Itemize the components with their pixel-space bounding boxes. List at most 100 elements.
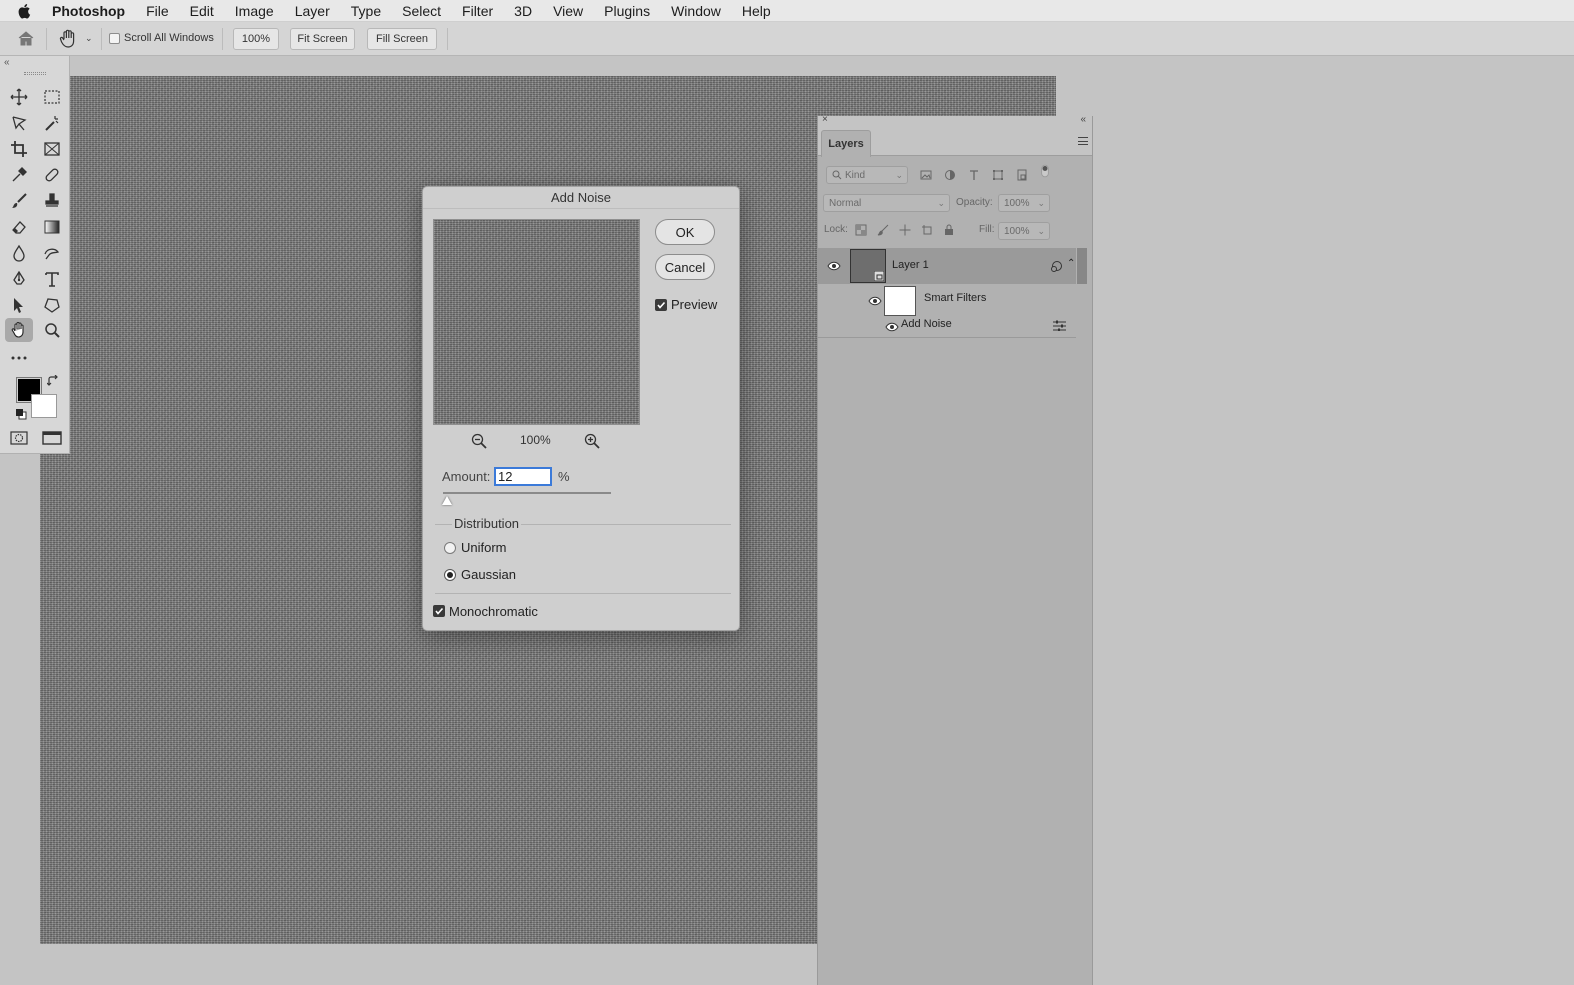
layers-scrollbar[interactable] (1077, 248, 1087, 284)
zoom-out-icon[interactable] (471, 433, 487, 449)
apple-icon[interactable] (18, 2, 36, 20)
layer-filter-kind-select[interactable]: Kind ⌄ (826, 166, 908, 184)
blur-tool-icon[interactable] (5, 241, 33, 265)
menu-layer[interactable]: Layer (295, 3, 330, 19)
swap-colors-icon[interactable] (46, 374, 59, 392)
type-tool-icon[interactable] (38, 267, 66, 291)
filter-smart-objects-icon[interactable] (1015, 168, 1029, 182)
zoom-in-icon[interactable] (584, 433, 600, 449)
amount-slider-thumb[interactable] (442, 496, 452, 505)
scroll-all-windows-checkbox[interactable]: Scroll All Windows (109, 32, 214, 44)
zoom-tool-icon[interactable] (38, 318, 66, 342)
menu-window[interactable]: Window (671, 3, 721, 19)
quick-mask-icon[interactable] (10, 431, 28, 450)
filter-visibility-eye-icon[interactable] (885, 322, 899, 332)
menu-edit[interactable]: Edit (190, 3, 214, 19)
layer-thumbnail[interactable] (850, 249, 886, 283)
layer-row[interactable]: Layer 1 ⌃ (818, 248, 1076, 284)
preview-checkbox[interactable] (655, 299, 667, 311)
opacity-field[interactable]: 100% ⌄ (998, 194, 1050, 212)
filter-adjustment-layers-icon[interactable] (943, 168, 957, 182)
search-icon (832, 170, 842, 180)
filter-shape-layers-icon[interactable] (991, 168, 1005, 182)
frame-tool-icon[interactable] (38, 137, 66, 161)
lock-transparent-pixels-icon[interactable] (854, 223, 868, 237)
smart-filters-label[interactable]: Smart Filters (924, 292, 986, 304)
fill-field[interactable]: 100% ⌄ (998, 222, 1050, 240)
blend-mode-select[interactable]: Normal ⌄ (823, 194, 950, 212)
filter-name-label[interactable]: Add Noise (901, 318, 952, 330)
collapse-panel-icon[interactable]: « (1080, 114, 1086, 125)
hand-tool-icon[interactable] (5, 318, 33, 342)
smart-filters-mask-thumbnail[interactable] (884, 286, 916, 316)
filter-toggle-icon[interactable] (1038, 164, 1052, 178)
magic-wand-tool-icon[interactable] (38, 111, 66, 135)
lasso-tool-icon[interactable] (5, 111, 33, 135)
stamp-tool-icon[interactable] (38, 189, 66, 213)
fill-screen-button[interactable]: Fill Screen (367, 28, 437, 50)
crop-tool-icon[interactable] (5, 137, 33, 161)
menu-3d[interactable]: 3D (514, 3, 532, 19)
lock-all-icon[interactable] (942, 223, 956, 237)
healing-brush-tool-icon[interactable] (38, 163, 66, 187)
eraser-tool-icon[interactable] (5, 215, 33, 239)
visibility-eye-icon[interactable] (827, 261, 841, 271)
zoom-100-button[interactable]: 100% (233, 28, 279, 50)
menu-view[interactable]: View (553, 3, 583, 19)
monochromatic-checkbox[interactable] (433, 605, 445, 617)
filter-pixel-layers-icon[interactable] (919, 168, 933, 182)
menu-help[interactable]: Help (742, 3, 771, 19)
background-color-swatch[interactable] (31, 394, 57, 418)
gaussian-label: Gaussian (461, 567, 516, 582)
filter-type-layers-icon[interactable] (967, 168, 981, 182)
uniform-radio[interactable] (444, 542, 456, 554)
amount-input[interactable]: 12 (494, 467, 552, 486)
more-tools-icon[interactable] (5, 345, 33, 369)
lock-image-pixels-icon[interactable] (876, 223, 890, 237)
smudge-tool-icon[interactable] (38, 241, 66, 265)
ok-button[interactable]: OK (655, 219, 715, 245)
checkbox-icon[interactable] (109, 32, 120, 44)
fit-screen-button[interactable]: Fit Screen (290, 28, 355, 50)
filter-blending-options-icon[interactable] (1053, 320, 1066, 331)
menu-type[interactable]: Type (351, 3, 381, 19)
menu-filter[interactable]: Filter (462, 3, 493, 19)
panel-menu-icon[interactable] (1078, 137, 1088, 145)
chevron-down-icon: ⌄ (1037, 198, 1045, 208)
chevron-down-icon[interactable]: ⌄ (85, 33, 93, 44)
hand-tool-preset-icon[interactable] (58, 28, 80, 55)
fill-label: Fill: (979, 224, 995, 235)
smart-filters-visibility-eye-icon[interactable] (868, 296, 882, 306)
menu-app-name[interactable]: Photoshop (52, 3, 125, 19)
lock-position-icon[interactable] (898, 223, 912, 237)
gradient-tool-icon[interactable] (38, 215, 66, 239)
default-colors-icon[interactable] (15, 407, 27, 425)
collapse-effects-chevron-icon[interactable]: ⌃ (1067, 258, 1075, 269)
close-panel-icon[interactable]: × (822, 114, 828, 125)
menu-file[interactable]: File (146, 3, 169, 19)
dialog-title: Add Noise (423, 187, 739, 209)
pen-tool-icon[interactable] (5, 267, 33, 291)
collapse-panel-icon[interactable]: « (4, 57, 10, 68)
cancel-button[interactable]: Cancel (655, 254, 715, 280)
tab-layers[interactable]: Layers (821, 130, 871, 157)
menu-plugins[interactable]: Plugins (604, 3, 650, 19)
brush-tool-icon[interactable] (5, 189, 33, 213)
home-icon[interactable] (17, 30, 35, 52)
marquee-tool-icon[interactable] (38, 85, 66, 109)
eyedropper-tool-icon[interactable] (5, 163, 33, 187)
uniform-label: Uniform (461, 540, 507, 555)
filter-preview[interactable] (433, 219, 640, 425)
layer-name[interactable]: Layer 1 (892, 259, 929, 271)
screen-mode-icon[interactable] (42, 431, 62, 450)
gaussian-radio[interactable] (444, 569, 456, 581)
menu-image[interactable]: Image (235, 3, 274, 19)
filter-kind-label: Kind (845, 169, 866, 181)
panel-grip[interactable] (24, 72, 46, 75)
move-tool-icon[interactable] (5, 85, 33, 109)
path-selection-tool-icon[interactable] (5, 293, 33, 317)
shape-tool-icon[interactable] (38, 293, 66, 317)
lock-artboard-icon[interactable] (920, 223, 934, 237)
menu-select[interactable]: Select (402, 3, 441, 19)
amount-slider-track[interactable] (443, 492, 611, 494)
